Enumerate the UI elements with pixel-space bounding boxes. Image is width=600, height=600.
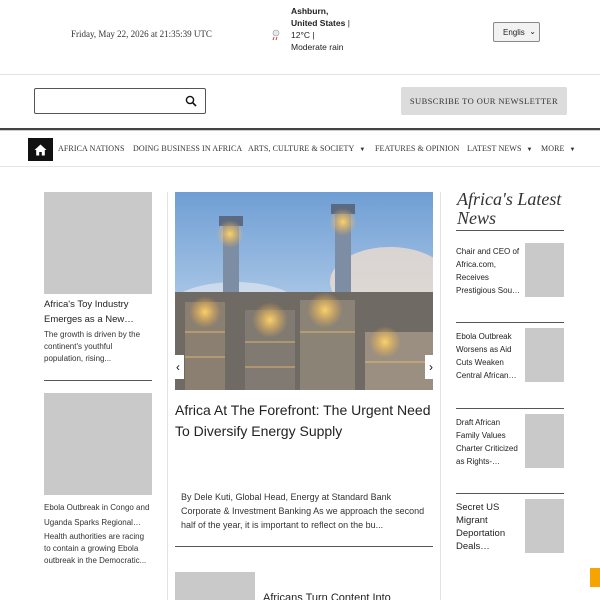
divider — [456, 230, 564, 231]
featured-image[interactable] — [175, 192, 433, 390]
divider — [44, 380, 152, 381]
nav-item-label: MORE — [541, 144, 565, 153]
scroll-to-top-button[interactable] — [590, 568, 600, 587]
carousel-next-button[interactable]: › — [425, 355, 437, 379]
latest-item-title[interactable]: Chair and CEO of Africa.com, Receives Pr… — [456, 245, 522, 297]
featured-headline[interactable]: Africa At The Forefront: The Urgent Need… — [175, 400, 433, 441]
chevron-down-icon: ⌄ — [529, 27, 536, 36]
nav-item-doing-business[interactable]: DOING BUSINESS IN AFRICA — [133, 144, 242, 153]
home-icon — [34, 144, 47, 155]
weather-widget: Ashburn, United States | 12°C | Moderate… — [291, 5, 351, 53]
article-thumbnail[interactable] — [525, 414, 564, 468]
rain-cloud-icon — [272, 29, 280, 41]
search-icon[interactable] — [185, 95, 197, 107]
latest-item-title[interactable]: Secret US Migrant Deportation Deals… — [456, 501, 522, 553]
nav-item-latest-news[interactable]: LATEST NEWS ▼ — [467, 144, 533, 153]
top-bar: Friday, May 22, 2026 at 21:35:39 UTC Ash… — [0, 0, 600, 75]
language-value: Englis — [503, 27, 525, 37]
chevron-down-icon: ▼ — [359, 147, 366, 153]
weather-location: Ashburn, United States — [291, 6, 346, 28]
nav-item-label: LATEST NEWS — [467, 144, 522, 153]
newsletter-subscribe-button[interactable]: SUBSCRIBE TO OUR NEWSLETTER — [401, 87, 567, 115]
latest-news-title: Africa's Latest News — [457, 189, 562, 228]
chevron-down-icon: ▼ — [569, 147, 576, 153]
chevron-right-icon: › — [429, 360, 433, 374]
column-divider — [440, 192, 441, 600]
article-thumbnail[interactable] — [525, 328, 564, 382]
carousel-prev-button[interactable]: ‹ — [172, 355, 184, 379]
language-select[interactable]: Englis ⌄ — [493, 22, 540, 42]
home-button[interactable] — [28, 138, 53, 161]
divider — [456, 408, 564, 409]
article-thumbnail[interactable] — [525, 499, 564, 553]
divider — [175, 546, 433, 547]
chevron-left-icon: ‹ — [176, 360, 180, 374]
list-item[interactable]: Ebola Outbreak in Congo and Uganda Spark… — [44, 500, 152, 567]
main-nav: AFRICA NATIONS DOING BUSINESS IN AFRICA … — [0, 131, 600, 167]
nav-item-label: DOING BUSINESS IN AFRICA — [133, 144, 243, 153]
nav-item-africa-nations[interactable]: AFRICA NATIONS — [58, 144, 125, 153]
divider — [456, 322, 564, 323]
article-excerpt: The growth is driven by the continent's … — [44, 330, 141, 363]
article-excerpt: Health authorities are racing to contain… — [44, 532, 147, 565]
nav-item-more[interactable]: MORE ▼ — [541, 144, 576, 153]
latest-item-title[interactable]: Draft African Family Values Charter Crit… — [456, 416, 522, 468]
divider — [456, 493, 564, 494]
nav-item-arts-culture[interactable]: ARTS, CULTURE & SOCIETY ▼ — [248, 144, 365, 153]
latest-item-title[interactable]: Ebola Outbreak Worsens as Aid Cuts Weake… — [456, 330, 522, 382]
search-input[interactable] — [34, 88, 206, 114]
current-date: Friday, May 22, 2026 at 21:35:39 UTC — [71, 29, 212, 39]
nav-item-label: AFRICA NATIONS — [58, 144, 125, 153]
power-plant-image — [175, 192, 433, 390]
article-thumbnail[interactable] — [175, 572, 255, 600]
nav-item-label: FEATURES & OPINION — [375, 144, 460, 153]
list-item[interactable]: Africa's Toy Industry Emerges as a New… … — [44, 297, 152, 365]
nav-item-label: ARTS, CULTURE & SOCIETY — [248, 144, 355, 153]
chevron-down-icon: ▼ — [526, 147, 533, 153]
article-title[interactable]: Africans Turn Content Into — [263, 592, 391, 600]
article-title[interactable]: Africa's Toy Industry Emerges as a New… — [44, 297, 152, 327]
article-thumbnail[interactable] — [44, 192, 152, 294]
featured-byline: By Dele Kuti, Global Head, Energy at Sta… — [181, 492, 425, 530]
article-title[interactable]: Ebola Outbreak in Congo and Uganda Spark… — [44, 500, 152, 530]
column-divider — [167, 192, 168, 600]
article-thumbnail[interactable] — [525, 243, 564, 297]
nav-item-features-opinion[interactable]: FEATURES & OPINION — [375, 144, 459, 153]
article-thumbnail[interactable] — [44, 393, 152, 495]
